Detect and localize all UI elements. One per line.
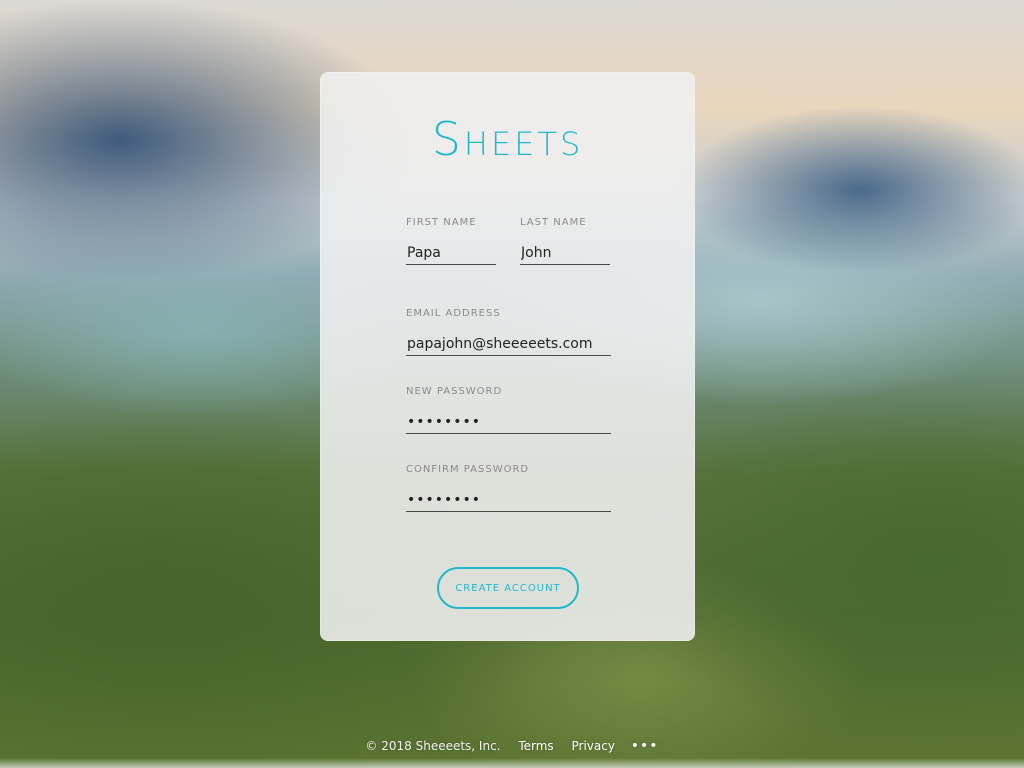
signup-card: Sheets First Name Last Name Email Addres… (320, 72, 695, 641)
privacy-link[interactable]: Privacy (572, 737, 615, 755)
last-name-field: Last Name (520, 217, 610, 265)
first-name-field: First Name (406, 217, 496, 265)
confirm-password-label: Confirm Password (406, 464, 530, 475)
copyright-text: © 2018 Sheeeets, Inc. (365, 738, 501, 753)
new-password-label: New Password (406, 386, 503, 397)
confirm-password-input[interactable] (406, 489, 611, 512)
email-field: Email Address (406, 308, 611, 356)
more-horizontal-icon[interactable]: ••• (631, 737, 659, 755)
last-name-label: Last Name (520, 217, 587, 228)
terms-link[interactable]: Terms (518, 737, 553, 755)
email-input[interactable] (406, 333, 611, 356)
new-password-field: New Password (406, 386, 611, 434)
new-password-input[interactable] (406, 411, 611, 434)
first-name-input[interactable] (406, 242, 496, 265)
app-logo: Sheets (431, 112, 584, 166)
confirm-password-field: Confirm Password (406, 464, 611, 512)
footer: © 2018 Sheeeets, Inc. Terms Privacy ••• (0, 736, 1024, 754)
email-label: Email Address (406, 308, 501, 319)
create-account-button[interactable]: Create Account (437, 567, 579, 609)
last-name-input[interactable] (520, 242, 610, 265)
first-name-label: First Name (406, 217, 477, 228)
